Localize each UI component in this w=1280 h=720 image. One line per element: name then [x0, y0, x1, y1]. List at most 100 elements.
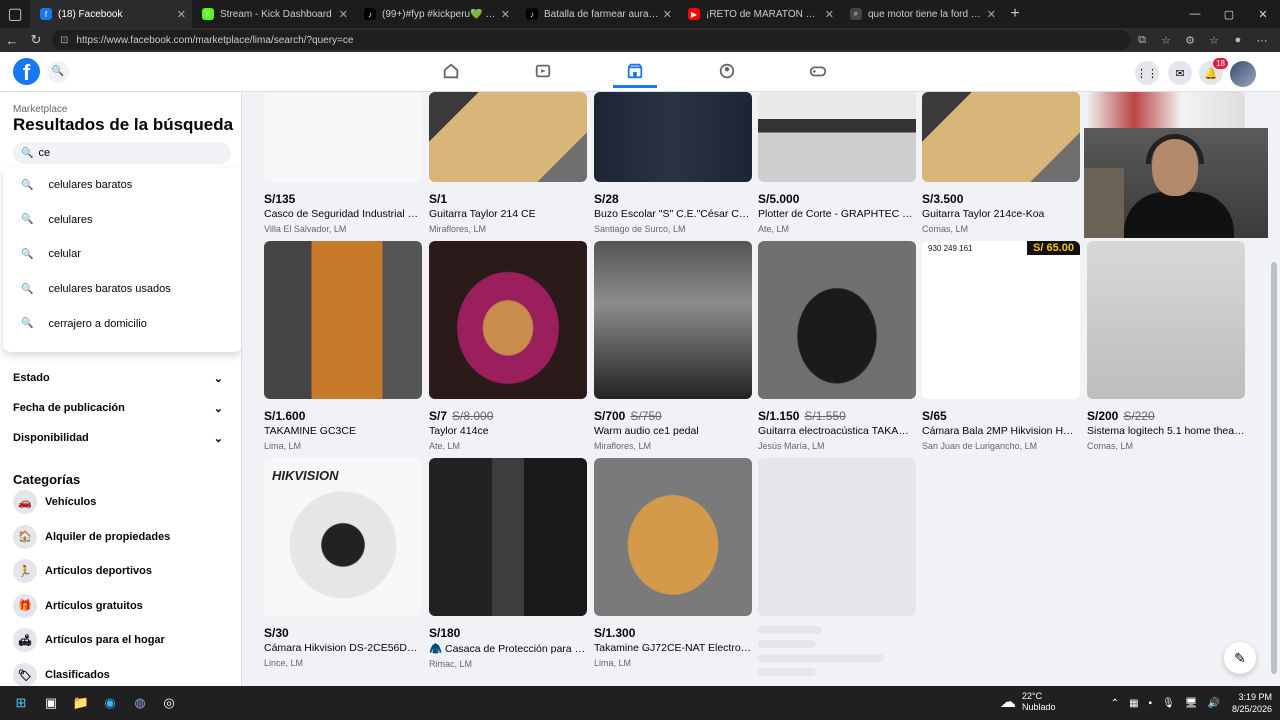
listing-image[interactable]: [264, 241, 422, 399]
chevron-up-icon[interactable]: ⌃: [1111, 698, 1119, 709]
gaming-nav-icon[interactable]: [803, 58, 833, 84]
category-item[interactable]: 🏷 Clasificados: [13, 663, 233, 686]
listing-image[interactable]: [429, 92, 587, 182]
listing-image[interactable]: [922, 92, 1080, 182]
task-view-icon[interactable]: ▣: [40, 692, 62, 714]
suggestion-item[interactable]: 🔍 celulares baratos usados: [3, 272, 241, 307]
listing-image[interactable]: [429, 458, 587, 616]
listing-image[interactable]: HIKVISION: [264, 458, 422, 616]
edge-icon[interactable]: ◉: [99, 692, 121, 714]
close-tab-icon[interactable]: ✕: [987, 8, 996, 21]
category-item[interactable]: 🎁 Artículos gratuitos: [13, 593, 233, 618]
listing-image[interactable]: [758, 92, 916, 182]
split-icon[interactable]: ⧉: [1130, 34, 1154, 47]
listing-card[interactable]: S/200 S/220 Sistema logitech 5.1 home the…: [1087, 241, 1245, 451]
file-explorer-icon[interactable]: 📁: [70, 692, 92, 714]
discord-icon[interactable]: ◍: [129, 692, 151, 714]
account-avatar[interactable]: [1230, 61, 1256, 87]
menu-icon[interactable]: ⋯: [1250, 34, 1274, 47]
close-tab-icon[interactable]: ✕: [501, 8, 510, 21]
browser-tab[interactable]: ♪ (99+)#fyp #kickperu💚 #sideral # ✕: [354, 0, 516, 28]
messenger-icon[interactable]: ✉: [1168, 61, 1192, 85]
maximize-icon[interactable]: ▢: [1212, 0, 1246, 28]
browser-tab[interactable]: f (18) Facebook ✕: [30, 0, 192, 28]
filter-estado[interactable]: Estado ⌄: [13, 372, 223, 385]
listing-title: Guitarra Taylor 214 CE: [429, 208, 536, 220]
close-tab-icon[interactable]: ✕: [825, 8, 834, 21]
listing-image[interactable]: [429, 241, 587, 399]
listing-card[interactable]: S/1.600 TAKAMINE GC3CE Lima, LM: [264, 241, 422, 451]
suggestion-item[interactable]: 🔍 celulares baratos: [3, 168, 241, 203]
listing-card[interactable]: S/7 S/8.000 Taylor 414ce Ate, LM: [429, 241, 587, 451]
listing-card[interactable]: HIKVISION S/30 Cámara Hikvision DS-2CE56D…: [264, 458, 422, 668]
close-tab-icon[interactable]: ✕: [339, 8, 348, 21]
listing-card[interactable]: S/1.300 Takamine GJ72CE-NAT Electroacús.…: [594, 458, 752, 668]
listing-image[interactable]: [594, 92, 752, 182]
weather-widget[interactable]: ☁ 22°C Nublado: [1000, 691, 1056, 713]
listing-card[interactable]: S/1 Guitarra Taylor 214 CE Miraflores, L…: [429, 92, 587, 234]
volume-icon[interactable]: 🔊: [1208, 698, 1220, 709]
facebook-logo-icon[interactable]: f: [13, 58, 40, 85]
listing-card[interactable]: S/700 S/750 Warm audio ce1 pedal Miraflor…: [594, 241, 752, 451]
refresh-icon[interactable]: ↻: [24, 32, 48, 48]
listing-image[interactable]: S/ 65.00 930 249 161: [922, 241, 1080, 399]
filter-disponibilidad[interactable]: Disponibilidad ⌄: [13, 432, 223, 445]
collections-icon[interactable]: ☆: [1202, 34, 1226, 47]
suggestion-item[interactable]: 🔍 celulares: [3, 203, 241, 238]
network-icon[interactable]: 🖥: [1185, 698, 1198, 709]
listing-card[interactable]: S/28 Buzo Escolar "S" C.E."César Carbo..…: [594, 92, 752, 234]
scrollbar[interactable]: [1268, 92, 1280, 686]
browser-tab[interactable]: ♪ Batalla de farmear aura Intenta fa ✕: [516, 0, 678, 28]
obs-icon[interactable]: ◎: [158, 692, 180, 714]
browser-tab[interactable]: ⌕ que motor tiene la ford raptor - S ✕: [840, 0, 1002, 28]
close-tab-icon[interactable]: ✕: [663, 8, 672, 21]
marketplace-nav-icon[interactable]: [613, 56, 657, 88]
browser-tab[interactable]: K Stream - Kick Dashboard ✕: [192, 0, 354, 28]
suggestion-label: celulares: [48, 213, 93, 226]
notifications-icon[interactable]: 🔔 18: [1199, 58, 1228, 85]
favorite-icon[interactable]: ☆: [1154, 34, 1178, 47]
listing-card[interactable]: S/ 65.00 930 249 161 S/65 Cámara Bala 2MP …: [922, 241, 1080, 451]
nvidia-icon[interactable]: ▪: [1149, 698, 1153, 709]
search-icon[interactable]: 🔍: [47, 61, 69, 83]
url-field[interactable]: ⊡ https://www.facebook.com/marketplace/l…: [52, 30, 1130, 50]
new-tab-icon[interactable]: +: [1002, 5, 1028, 23]
suggestion-item[interactable]: 🔍 cerrajero a domicilio: [3, 306, 241, 341]
category-item[interactable]: 🚗 Vehículos: [13, 490, 233, 514]
mic-icon[interactable]: 🎙: [1162, 698, 1175, 709]
filter-fecha[interactable]: Fecha de publicación ⌄: [13, 402, 223, 415]
category-item[interactable]: 🏠 Alquiler de propiedades: [13, 524, 233, 549]
profile-icon[interactable]: ●: [1226, 34, 1250, 46]
listing-image[interactable]: [594, 241, 752, 399]
close-tab-icon[interactable]: ✕: [177, 8, 186, 21]
tab-actions-icon[interactable]: ▢: [0, 4, 30, 24]
back-icon[interactable]: ←: [0, 33, 24, 48]
home-nav-icon[interactable]: [436, 58, 466, 84]
site-info-icon[interactable]: ⊡: [60, 35, 68, 46]
listing-card[interactable]: S/180 🧥 Casaca de Protección para Mo... …: [429, 458, 587, 669]
extensions-icon[interactable]: ⚙: [1178, 34, 1202, 47]
close-window-icon[interactable]: ✕: [1246, 0, 1280, 28]
menu-grid-icon[interactable]: ⋮⋮: [1135, 61, 1159, 85]
listing-card[interactable]: S/135 Casco de Seguridad Industrial EN3.…: [264, 92, 422, 234]
listing-image[interactable]: [758, 241, 916, 399]
listing-image[interactable]: [1087, 241, 1245, 399]
listing-image[interactable]: [264, 92, 422, 182]
clock[interactable]: 3:19 PM 8/25/2026: [1232, 691, 1272, 715]
video-nav-icon[interactable]: [528, 58, 558, 84]
listing-card[interactable]: S/5.000 Plotter de Corte - GRAPHTEC CE 7…: [758, 92, 916, 234]
start-icon[interactable]: ⊞: [10, 692, 32, 714]
browser-tab[interactable]: ▶ ¡RETO de MARATÓN 21K! 🏃 5 ✕: [678, 0, 840, 28]
groups-nav-icon[interactable]: [712, 58, 742, 84]
app-tray-icon[interactable]: ▦: [1129, 698, 1138, 709]
listing-card[interactable]: S/1.150 S/1.550 Guitarra electroacústica …: [758, 241, 916, 451]
category-item[interactable]: 🛋 Artículos para el hogar: [13, 628, 233, 653]
minimize-icon[interactable]: —: [1178, 0, 1212, 28]
listing-card[interactable]: S/3.500 Guitarra Taylor 214ce-Koa Comas,…: [922, 92, 1080, 234]
category-item[interactable]: 🏃 Artículos deportivos: [13, 559, 233, 584]
search-input[interactable]: [38, 147, 219, 159]
suggestion-item[interactable]: 🔍 celular: [3, 237, 241, 272]
listing-image[interactable]: [594, 458, 752, 616]
marketplace-search[interactable]: 🔍: [13, 142, 231, 164]
compose-icon[interactable]: ✎: [1224, 642, 1256, 674]
